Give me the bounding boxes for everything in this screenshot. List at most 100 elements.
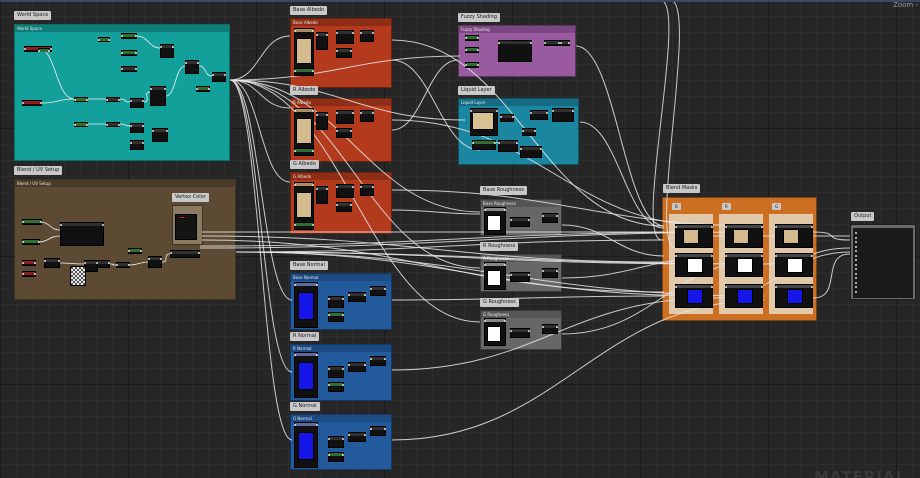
blend-uv-node[interactable] (22, 260, 36, 266)
output-pin[interactable] (384, 428, 386, 430)
input-pin[interactable] (328, 454, 330, 456)
input-pin[interactable] (316, 188, 318, 190)
input-pin[interactable] (294, 70, 296, 72)
blend-uv-node[interactable] (60, 222, 104, 246)
output-pin[interactable] (58, 260, 60, 262)
input-pin[interactable] (294, 184, 296, 186)
input-pin[interactable] (22, 221, 24, 223)
connection-wire[interactable] (579, 121, 665, 229)
output-input-pin[interactable] (855, 281, 857, 284)
output-pin[interactable] (350, 204, 352, 206)
g-albedo-node[interactable] (336, 202, 352, 212)
input-pin[interactable] (60, 224, 62, 226)
world-space-node[interactable] (130, 140, 144, 150)
output-pin[interactable] (477, 37, 479, 39)
output-pin[interactable] (546, 112, 548, 114)
output-pin[interactable] (364, 434, 366, 436)
world-space-node[interactable] (121, 33, 137, 39)
output-pin[interactable] (504, 264, 506, 266)
output-pin[interactable] (342, 384, 344, 386)
input-pin[interactable] (44, 260, 46, 262)
base-albedo-node[interactable] (336, 48, 352, 58)
input-pin[interactable] (544, 42, 546, 44)
connection-wire[interactable] (812, 231, 851, 241)
output-pin[interactable] (34, 273, 36, 275)
g-normal-node[interactable] (328, 436, 344, 448)
comment-tab-g-roughness[interactable]: G Roughness (480, 298, 519, 307)
output-pin[interactable] (135, 68, 137, 70)
input-pin[interactable] (294, 30, 296, 32)
output-pin[interactable] (364, 364, 366, 366)
input-pin[interactable] (775, 255, 777, 257)
connection-wire[interactable] (235, 239, 665, 253)
input-pin[interactable] (328, 368, 330, 370)
output-pin[interactable] (352, 112, 354, 114)
g-albedo-param[interactable] (294, 222, 314, 230)
connection-wire[interactable] (201, 235, 665, 263)
output-pin[interactable] (342, 314, 344, 316)
r-normal-node[interactable] (370, 356, 386, 366)
input-pin[interactable] (294, 284, 296, 286)
input-pin[interactable] (294, 150, 296, 152)
liquid-layer-node[interactable] (522, 128, 536, 136)
input-pin[interactable] (336, 130, 338, 132)
blend-uv-node[interactable] (22, 239, 40, 245)
output-pin[interactable] (50, 48, 52, 50)
output-input-pin[interactable] (855, 245, 857, 248)
input-pin[interactable] (336, 50, 338, 52)
output-pin[interactable] (197, 62, 199, 64)
input-pin[interactable] (510, 274, 512, 276)
output-input-pin[interactable] (855, 286, 857, 288)
output-pin[interactable] (224, 74, 226, 76)
input-pin[interactable] (160, 46, 162, 48)
output-input-pin[interactable] (855, 241, 857, 243)
output-pin[interactable] (316, 424, 318, 426)
output-pin[interactable] (142, 125, 144, 127)
comment-tab-g-albedo[interactable]: G Albedo (290, 160, 319, 169)
input-pin[interactable] (725, 286, 727, 288)
r-normal-node[interactable] (348, 362, 366, 372)
blend-uv-node[interactable] (22, 271, 36, 277)
output-pin[interactable] (326, 114, 328, 116)
input-pin[interactable] (185, 62, 187, 64)
output-pin[interactable] (86, 99, 88, 101)
input-pin[interactable] (22, 102, 24, 104)
output-pin[interactable] (556, 326, 558, 328)
output-pin[interactable] (540, 148, 542, 150)
input-pin[interactable] (675, 286, 677, 288)
input-pin[interactable] (484, 264, 486, 266)
output-pin[interactable] (208, 88, 210, 90)
output-pin[interactable] (118, 99, 120, 101)
connection-wire[interactable] (575, 45, 665, 227)
liquid-layer-node[interactable] (520, 146, 542, 158)
output-pin[interactable] (316, 354, 318, 356)
fuzzy-shading-node[interactable] (498, 40, 532, 62)
input-pin[interactable] (170, 252, 172, 254)
input-pin[interactable] (130, 125, 132, 127)
input-pin[interactable] (348, 294, 350, 296)
liquid-layer-node[interactable] (530, 110, 548, 120)
input-pin[interactable] (294, 424, 296, 426)
output-pin[interactable] (142, 142, 144, 144)
input-pin[interactable] (498, 142, 500, 144)
comment-tab-blend-uv[interactable]: Blend / UV Setup (14, 166, 63, 175)
output-pin[interactable] (761, 286, 763, 288)
world-space-node[interactable] (106, 122, 120, 127)
output-pin[interactable] (811, 226, 813, 228)
r-roughness-node[interactable] (542, 268, 558, 278)
output-pin[interactable] (342, 298, 344, 300)
input-pin[interactable] (542, 326, 544, 328)
output-pin[interactable] (86, 124, 88, 126)
input-pin[interactable] (106, 124, 108, 126)
input-pin[interactable] (96, 262, 98, 264)
input-pin[interactable] (522, 130, 524, 132)
input-pin[interactable] (294, 224, 296, 226)
output-input-pin[interactable] (855, 263, 857, 266)
output-pin[interactable] (198, 252, 200, 254)
input-pin[interactable] (22, 262, 24, 264)
input-pin[interactable] (130, 142, 132, 144)
input-pin[interactable] (84, 262, 86, 264)
input-pin[interactable] (98, 39, 100, 41)
world-space-node[interactable] (185, 60, 199, 74)
output-input-pin[interactable] (855, 236, 857, 239)
